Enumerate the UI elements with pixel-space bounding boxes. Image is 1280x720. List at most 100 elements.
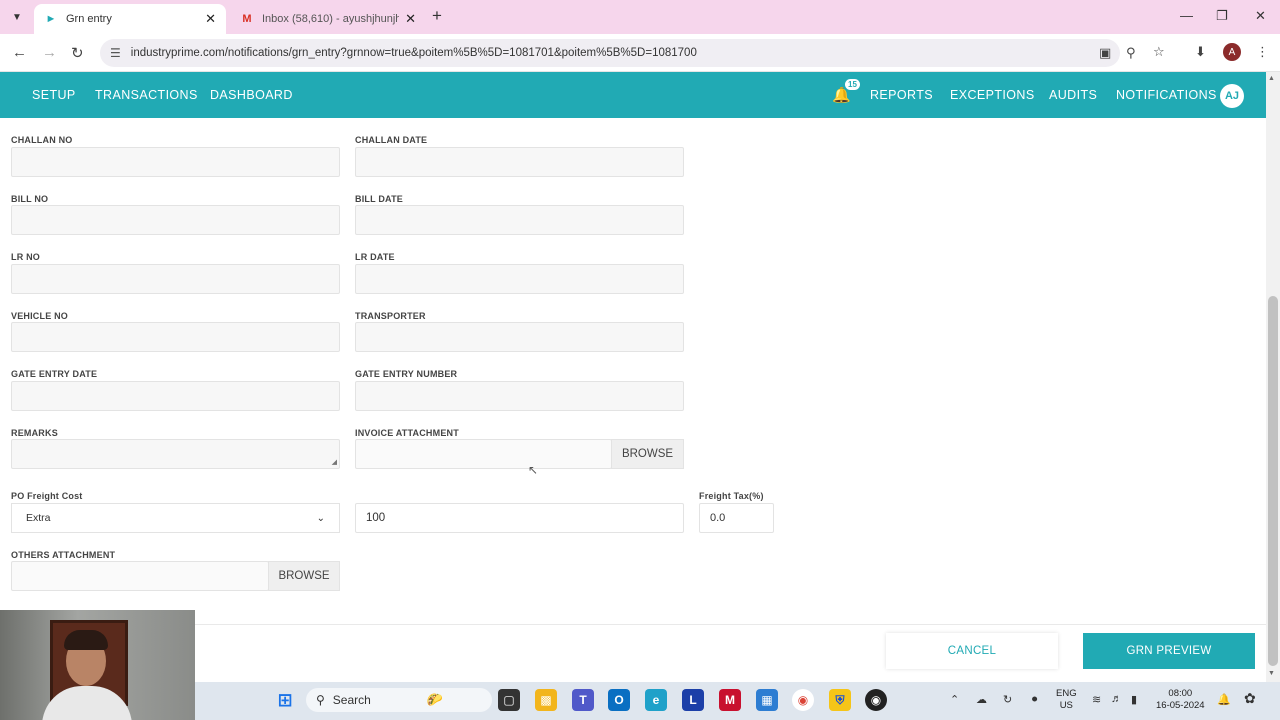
battery-icon[interactable]: ▮ [1131, 693, 1137, 706]
window-close-icon[interactable]: ✕ [1255, 8, 1266, 24]
onedrive-icon[interactable]: ☁ [976, 693, 987, 706]
tab-search-chevron-icon[interactable]: ▼ [6, 7, 28, 27]
minimize-icon[interactable]: — [1180, 8, 1193, 23]
lr-no-label: LR NO [11, 252, 40, 262]
task-view-icon[interactable]: ▢ [498, 689, 520, 711]
bill-no-input[interactable] [11, 205, 340, 235]
page-scrollbar-thumb[interactable] [1268, 296, 1278, 666]
url-text: industryprime.com/notifications/grn_entr… [130, 47, 697, 59]
vehicle-no-label: VEHICLE NO [11, 311, 69, 321]
remarks-textarea[interactable]: ◢ [11, 439, 340, 469]
scroll-up-arrow-icon[interactable]: ▲ [1268, 75, 1275, 82]
challan-date-label: CHALLAN DATE [355, 135, 428, 145]
gmail-icon: M [242, 13, 252, 25]
tray-overflow-chevron-icon[interactable]: ⌃ [950, 693, 959, 706]
sync-icon[interactable]: ↻ [1003, 693, 1012, 706]
taskbar-search-label: Search [332, 693, 371, 707]
chrome-icon[interactable]: ◉ [792, 689, 814, 711]
transporter-input[interactable] [355, 322, 684, 352]
vehicle-no-input[interactable] [11, 322, 340, 352]
lr-no-input[interactable] [11, 264, 340, 294]
challan-no-input[interactable] [11, 147, 340, 177]
grn-preview-button[interactable]: GRN PREVIEW [1083, 633, 1255, 669]
invoice-browse-button[interactable]: BROWSE [611, 439, 684, 469]
site-favicon-icon: ► [45, 13, 57, 25]
challan-no-label: CHALLAN NO [11, 135, 73, 145]
taskbar-clock[interactable]: 08:00 16-05-2024 [1156, 688, 1205, 712]
microphone-icon[interactable]: ⚫ [1030, 693, 1039, 706]
presenter-hair [64, 630, 108, 650]
mcafee-icon[interactable]: M [719, 689, 741, 711]
search-highlight-icon: 🌮 [426, 692, 444, 707]
profile-avatar[interactable]: A [1223, 43, 1241, 61]
volume-icon[interactable]: ♬ [1111, 693, 1122, 705]
edge-icon[interactable]: e [645, 689, 667, 711]
more-menu-icon[interactable]: ⋮ [1256, 44, 1269, 60]
chrome-profile-icon[interactable]: ◉ [865, 689, 887, 711]
zoom-icon[interactable]: ⚲ [1126, 45, 1136, 61]
scroll-down-arrow-icon[interactable]: ▼ [1268, 670, 1275, 677]
remarks-label: REMARKS [11, 428, 58, 438]
lync-icon[interactable]: L [682, 689, 704, 711]
user-avatar[interactable]: AJ [1220, 84, 1244, 108]
keyboard-layout: US [1059, 700, 1073, 711]
tab-gmail-inbox[interactable]: M Inbox (58,610) - ayushjhunjhun ✕ [230, 4, 426, 34]
transporter-label: TRANSPORTER [355, 311, 426, 321]
bookmark-star-icon[interactable]: ☆ [1153, 44, 1165, 60]
taskbar-notification-bell-icon[interactable]: 🔔 [1217, 693, 1231, 706]
tab-close-icon[interactable]: ✕ [205, 11, 216, 27]
install-app-icon[interactable]: ▣ [1099, 45, 1111, 61]
others-browse-button[interactable]: BROWSE [268, 561, 340, 591]
others-attachment-label: OTHERS ATTACHMENT [11, 550, 116, 560]
nav-setup[interactable]: SETUP [32, 88, 76, 102]
language-indicator[interactable]: ENG US [1056, 688, 1077, 712]
resize-handle-icon[interactable]: ◢ [332, 458, 337, 466]
po-freight-cost-label: PO Freight Cost [11, 491, 83, 501]
tab-title: Grn entry [66, 13, 112, 25]
restore-icon[interactable]: ❐ [1216, 8, 1228, 24]
nav-transactions[interactable]: TRANSACTIONS [95, 88, 198, 102]
gate-entry-number-input[interactable] [355, 381, 684, 411]
file-explorer-icon[interactable]: ▩ [535, 689, 557, 711]
po-freight-cost-select[interactable]: Extra ⌄ [11, 503, 340, 533]
new-tab-plus-icon[interactable]: + [432, 6, 442, 26]
teams-icon[interactable]: T [572, 689, 594, 711]
others-attachment-file-field[interactable] [11, 561, 269, 591]
nav-notifications[interactable]: NOTIFICATIONS [1116, 88, 1217, 102]
nav-exceptions[interactable]: EXCEPTIONS [950, 88, 1035, 102]
invoice-attachment-file-field[interactable] [355, 439, 612, 469]
taskbar-search[interactable]: ⚲ Search 🌮 [306, 688, 492, 712]
reload-icon[interactable]: ↻ [71, 44, 84, 62]
store-icon[interactable]: ▦ [756, 689, 778, 711]
tab-grn-entry[interactable]: ► Grn entry ✕ [34, 4, 226, 34]
nav-dashboard[interactable]: DASHBOARD [210, 88, 293, 102]
challan-date-input[interactable] [355, 147, 684, 177]
lr-date-input[interactable] [355, 264, 684, 294]
cancel-button[interactable]: CANCEL [886, 633, 1058, 669]
forward-arrow-icon[interactable]: → [42, 44, 57, 61]
gate-entry-number-label: GATE ENTRY NUMBER [355, 369, 458, 379]
gate-entry-date-input[interactable] [11, 381, 340, 411]
freight-tax-label: Freight Tax(%) [699, 491, 764, 501]
omnibox[interactable]: ☰ industryprime.com/notifications/grn_en… [100, 39, 1120, 67]
freight-amount-input[interactable]: 100 [355, 503, 684, 533]
po-freight-cost-selected: Extra [26, 512, 51, 524]
copilot-icon[interactable]: ✿ [1244, 690, 1256, 707]
tab-title: Inbox (58,610) - ayushjhunjhun [262, 13, 400, 25]
download-icon[interactable]: ⬇ [1195, 44, 1206, 60]
tab-close-icon[interactable]: ✕ [405, 11, 416, 27]
bill-date-input[interactable] [355, 205, 684, 235]
outlook-icon[interactable]: O [608, 689, 630, 711]
site-info-icon[interactable]: ☰ [110, 46, 121, 60]
clock-date: 16-05-2024 [1156, 700, 1205, 711]
nav-reports[interactable]: REPORTS [870, 88, 933, 102]
back-arrow-icon[interactable]: ← [12, 44, 27, 61]
security-shield-icon[interactable]: ⛨ [829, 689, 851, 711]
windows-start-icon[interactable]: ⊞ [274, 689, 296, 711]
bill-no-label: BILL NO [11, 194, 49, 204]
search-icon: ⚲ [316, 693, 325, 707]
gate-entry-date-label: GATE ENTRY DATE [11, 369, 98, 379]
wifi-icon[interactable]: ≋ [1092, 693, 1101, 706]
freight-tax-input[interactable]: 0.0 [699, 503, 774, 533]
nav-audits[interactable]: AUDITS [1049, 88, 1097, 102]
